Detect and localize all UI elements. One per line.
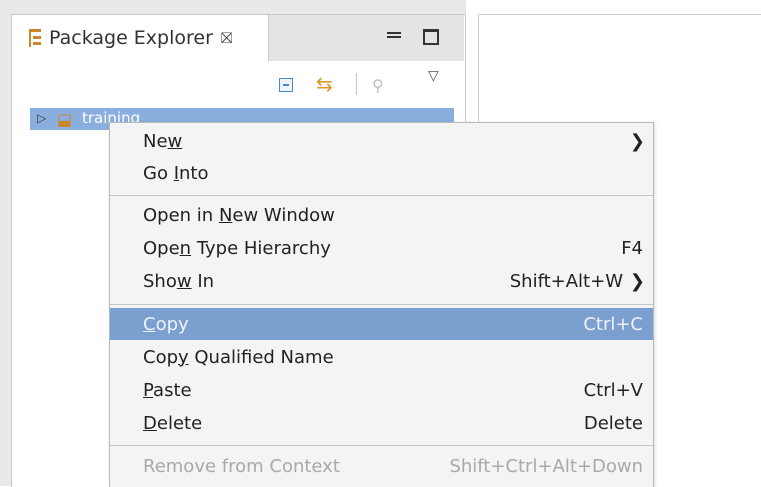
expand-triangle-icon[interactable]: ▷: [37, 111, 46, 125]
menu-item-shortcut: Shift+Ctrl+Alt+Down: [449, 455, 643, 477]
menu-item-open-type-hierarchy[interactable]: Open Type Hierarchy F4: [110, 232, 653, 264]
menu-item-label: Show In: [143, 270, 215, 292]
focus-icon: ⚲: [372, 76, 384, 95]
menu-item-new[interactable]: New ❯: [110, 125, 653, 157]
menu-item-open-in-new-window[interactable]: Open in New Window: [110, 199, 653, 231]
menu-item-shortcut: Shift+Alt+W: [509, 270, 623, 292]
collapse-all-icon[interactable]: [279, 78, 293, 92]
menu-item-delete[interactable]: Delete Delete: [110, 407, 653, 439]
menu-item-copy-qualified-name[interactable]: Copy Qualified Name: [110, 341, 653, 373]
package-explorer-icon: [29, 29, 41, 47]
submenu-arrow-icon: ❯: [629, 130, 645, 152]
menu-item-label: Go Into: [143, 162, 209, 184]
menu-separator: [110, 445, 653, 446]
menu-item-show-in[interactable]: Show In Shift+Alt+W ❯: [110, 265, 653, 297]
java-project-icon: ⬓: [57, 110, 73, 129]
menu-item-go-into[interactable]: Go Into: [110, 157, 653, 189]
menu-item-label: New: [143, 130, 183, 152]
menu-item-label: Copy: [143, 313, 189, 335]
menu-item-shortcut: Ctrl+V: [583, 379, 643, 401]
menu-item-label: Paste: [143, 379, 192, 401]
menu-item-label: Open in New Window: [143, 204, 335, 226]
menu-item-label: Delete: [143, 412, 203, 434]
close-icon[interactable]: ⛝: [221, 29, 232, 47]
toolbar-separator: [356, 73, 357, 95]
menu-separator: [110, 304, 653, 305]
menu-item-label: Copy Qualified Name: [143, 346, 334, 368]
menu-item-shortcut: Ctrl+C: [583, 313, 643, 335]
tab-package-explorer[interactable]: Package Explorer ⛝: [12, 15, 269, 61]
view-menu-icon[interactable]: ▽: [428, 68, 439, 84]
tab-title: Package Explorer: [49, 27, 213, 49]
menu-item-shortcut: F4: [621, 237, 643, 259]
minimize-icon[interactable]: [387, 32, 401, 38]
link-with-editor-icon[interactable]: ⇆: [316, 72, 333, 96]
menu-item-copy[interactable]: Copy Ctrl+C: [110, 308, 653, 340]
context-menu: New ❯ Go Into Open in New Window Open Type H…: [109, 122, 654, 487]
menu-item-label: Open Type Hierarchy: [143, 237, 331, 259]
menu-item-remove-from-context: Remove from Context Shift+Ctrl+Alt+Down: [110, 450, 653, 482]
maximize-icon[interactable]: [423, 29, 439, 45]
menu-item-label: Remove from Context: [143, 455, 340, 477]
menu-item-shortcut: Delete: [583, 412, 643, 434]
submenu-arrow-icon: ❯: [629, 270, 645, 292]
menu-item-paste[interactable]: Paste Ctrl+V: [110, 374, 653, 406]
menu-separator: [110, 195, 653, 196]
